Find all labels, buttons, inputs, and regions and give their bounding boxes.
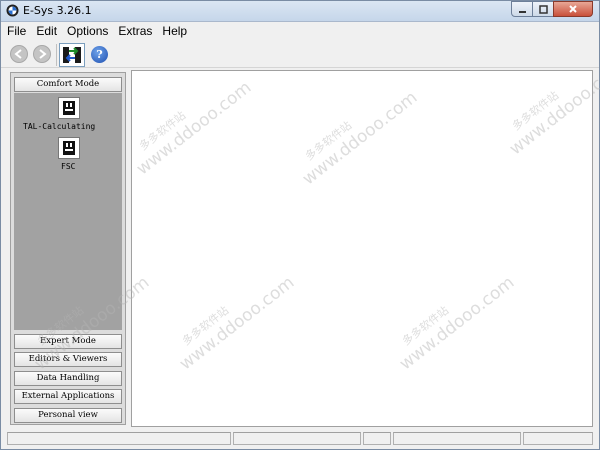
toolbar-separator (56, 44, 57, 66)
fsc-module-icon (63, 141, 75, 155)
forward-arrow-icon (39, 49, 47, 59)
editors-viewers-button[interactable]: Editors & Viewers (14, 352, 122, 367)
fsc-label[interactable]: FSC (61, 162, 75, 171)
minimize-button[interactable] (511, 1, 533, 17)
menu-help[interactable]: Help (156, 22, 191, 40)
navigation-panel: Comfort Mode TAL-Calculating FSC Expert … (10, 72, 126, 425)
minimize-icon (518, 10, 526, 13)
status-segment-3 (363, 432, 391, 445)
menu-edit[interactable]: Edit (30, 22, 61, 40)
menu-extras[interactable]: Extras (112, 22, 156, 40)
menu-options[interactable]: Options (61, 22, 112, 40)
back-button[interactable] (10, 45, 28, 63)
forward-button[interactable] (33, 45, 51, 63)
status-segment-2 (233, 432, 361, 445)
connection-icon (63, 47, 81, 63)
fsc-icon[interactable] (58, 137, 80, 159)
status-segment-main (7, 432, 231, 445)
maximize-button[interactable] (532, 1, 554, 17)
data-handling-button[interactable]: Data Handling (14, 371, 122, 386)
status-segment-5 (523, 432, 593, 445)
status-bar (1, 431, 599, 449)
external-applications-button[interactable]: External Applications (14, 389, 122, 404)
close-button[interactable] (553, 1, 593, 17)
help-button[interactable]: ? (91, 46, 108, 63)
status-segment-4 (393, 432, 521, 445)
personal-view-button[interactable]: Personal view (14, 408, 122, 423)
tal-calculating-label[interactable]: TAL-Calculating (23, 122, 95, 131)
menu-file[interactable]: File (1, 22, 30, 40)
back-arrow-icon (14, 49, 22, 59)
maximize-icon (538, 4, 548, 14)
bmw-logo-icon (6, 4, 19, 17)
expert-mode-button[interactable]: Expert Mode (14, 334, 122, 349)
menu-bar: File Edit Options Extras Help (1, 22, 599, 40)
help-question-icon: ? (96, 48, 103, 61)
window-title: E-Sys 3.26.1 (23, 4, 92, 17)
title-bar[interactable]: E-Sys 3.26.1 (1, 1, 599, 22)
main-content-area (131, 70, 593, 427)
close-icon (569, 5, 577, 13)
toolbar: ? (1, 41, 599, 68)
comfort-mode-button[interactable]: Comfort Mode (14, 77, 122, 92)
tal-calculating-icon[interactable] (58, 97, 80, 119)
app-window: E-Sys 3.26.1 File Edit Options Extras He… (0, 0, 600, 450)
tal-module-icon (63, 101, 75, 115)
comfort-mode-area: TAL-Calculating FSC (14, 93, 122, 330)
connect-button[interactable] (59, 43, 85, 67)
